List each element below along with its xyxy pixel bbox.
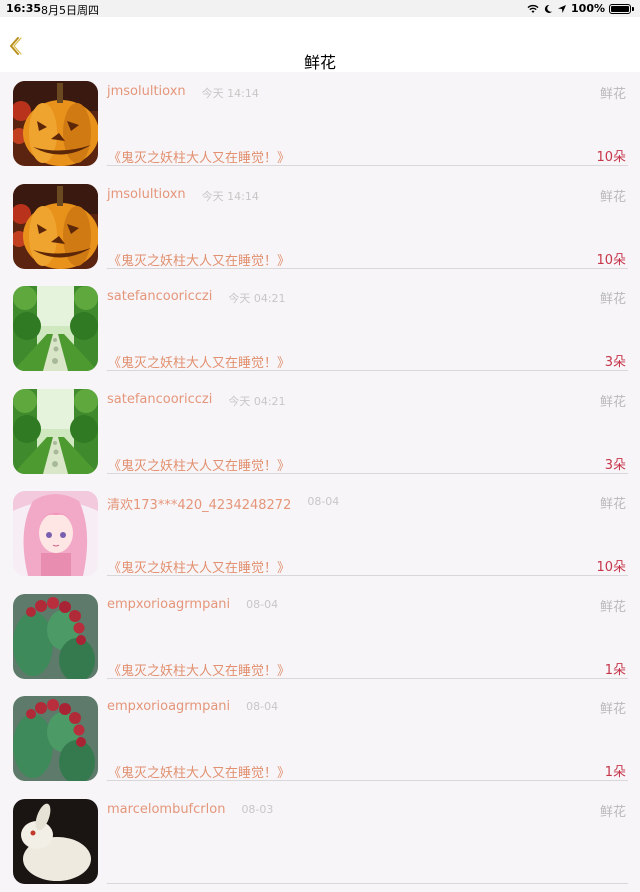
username[interactable]: 清欢173***420_4234248272	[107, 494, 291, 513]
gift-count: 3朵	[605, 351, 626, 370]
book-title[interactable]: 《鬼灭之妖柱大人又在睡觉！》	[108, 147, 290, 166]
gift-list: jmsolultioxn 今天 14:14 鲜花 《鬼灭之妖柱大人又在睡觉！》 …	[0, 72, 640, 892]
list-item[interactable]: 清欢173***420_4234248272 08-04 鲜花 《鬼灭之妖柱大人…	[0, 482, 640, 585]
garden-path-image	[13, 389, 98, 474]
battery-icon	[609, 4, 631, 14]
timestamp: 08-04	[246, 598, 278, 611]
gift-category: 鲜花	[600, 288, 626, 307]
garden-path-image	[13, 286, 98, 371]
gift-category: 鲜花	[600, 801, 626, 820]
gift-category: 鲜花	[600, 83, 626, 102]
row-divider	[107, 883, 628, 884]
timestamp: 08-04	[246, 700, 278, 713]
avatar[interactable]	[13, 286, 98, 371]
row-divider	[107, 370, 628, 371]
gift-category: 鲜花	[600, 698, 626, 717]
timestamp: 今天 14:14	[202, 85, 259, 101]
row-divider	[107, 473, 628, 474]
status-time: 16:35	[6, 2, 41, 15]
gift-count: 1朵	[605, 761, 626, 780]
gift-category: 鲜花	[600, 493, 626, 512]
book-title[interactable]: 《鬼灭之妖柱大人又在睡觉！》	[108, 250, 290, 269]
book-title[interactable]: 《鬼灭之妖柱大人又在睡觉！》	[108, 660, 290, 679]
avatar[interactable]	[13, 81, 98, 166]
username[interactable]: empxorioagrmpani	[107, 699, 230, 714]
row-divider	[107, 165, 628, 166]
pumpkin-image	[13, 184, 98, 269]
status-date: 8月5日周四	[41, 2, 99, 18]
avatar[interactable]	[13, 696, 98, 781]
username[interactable]: jmsolultioxn	[107, 187, 186, 202]
timestamp: 08-03	[241, 803, 273, 816]
location-arrow-icon	[557, 4, 567, 14]
cactus-image	[13, 696, 98, 781]
book-title[interactable]: 《鬼灭之妖柱大人又在睡觉！》	[108, 557, 290, 576]
list-item[interactable]: jmsolultioxn 今天 14:14 鲜花 《鬼灭之妖柱大人又在睡觉！》 …	[0, 72, 640, 175]
jade-rabbit-image	[13, 799, 98, 884]
list-item[interactable]: satefancooricczi 今天 04:21 鲜花 《鬼灭之妖柱大人又在睡…	[0, 277, 640, 380]
list-item[interactable]: satefancooricczi 今天 04:21 鲜花 《鬼灭之妖柱大人又在睡…	[0, 380, 640, 483]
gift-count: 10朵	[596, 146, 626, 165]
list-item[interactable]: jmsolultioxn 今天 14:14 鲜花 《鬼灭之妖柱大人又在睡觉！》 …	[0, 175, 640, 278]
list-item[interactable]: empxorioagrmpani 08-04 鲜花 《鬼灭之妖柱大人又在睡觉！》…	[0, 585, 640, 688]
row-divider	[107, 268, 628, 269]
username[interactable]: empxorioagrmpani	[107, 597, 230, 612]
avatar[interactable]	[13, 184, 98, 269]
list-item[interactable]: marcelombufcrlon 08-03 鲜花	[0, 790, 640, 892]
gift-category: 鲜花	[600, 596, 626, 615]
navigation-bar: 鲜花	[0, 17, 640, 72]
gift-count: 10朵	[596, 556, 626, 575]
gift-count: 3朵	[605, 454, 626, 473]
book-title[interactable]: 《鬼灭之妖柱大人又在睡觉！》	[108, 352, 290, 371]
gift-category: 鲜花	[600, 186, 626, 205]
row-divider	[107, 575, 628, 576]
status-bar: 16:35 8月5日周四 100%	[0, 0, 640, 17]
pumpkin-image	[13, 81, 98, 166]
avatar[interactable]	[13, 799, 98, 884]
row-divider	[107, 678, 628, 679]
username[interactable]: marcelombufcrlon	[107, 802, 225, 817]
list-item[interactable]: empxorioagrmpani 08-04 鲜花 《鬼灭之妖柱大人又在睡觉！》…	[0, 687, 640, 790]
anime-girl-image	[13, 491, 98, 576]
gift-count: 10朵	[596, 249, 626, 268]
row-divider	[107, 780, 628, 781]
moon-icon	[543, 4, 553, 14]
battery-percent: 100%	[571, 2, 605, 15]
gift-category: 鲜花	[600, 391, 626, 410]
timestamp: 今天 14:14	[202, 188, 259, 204]
avatar[interactable]	[13, 594, 98, 679]
status-indicators: 100%	[527, 2, 634, 15]
timestamp: 08-04	[307, 495, 339, 508]
timestamp: 今天 04:21	[228, 290, 285, 306]
username[interactable]: satefancooricczi	[107, 289, 212, 304]
wifi-icon	[527, 4, 539, 14]
timestamp: 今天 04:21	[228, 393, 285, 409]
username[interactable]: jmsolultioxn	[107, 84, 186, 99]
gift-count: 1朵	[605, 659, 626, 678]
book-title[interactable]: 《鬼灭之妖柱大人又在睡觉！》	[108, 762, 290, 781]
page-title: 鲜花	[0, 54, 640, 72]
username[interactable]: satefancooricczi	[107, 392, 212, 407]
battery-tip	[632, 7, 634, 11]
avatar[interactable]	[13, 491, 98, 576]
avatar[interactable]	[13, 389, 98, 474]
book-title[interactable]: 《鬼灭之妖柱大人又在睡觉！》	[108, 455, 290, 474]
cactus-image	[13, 594, 98, 679]
